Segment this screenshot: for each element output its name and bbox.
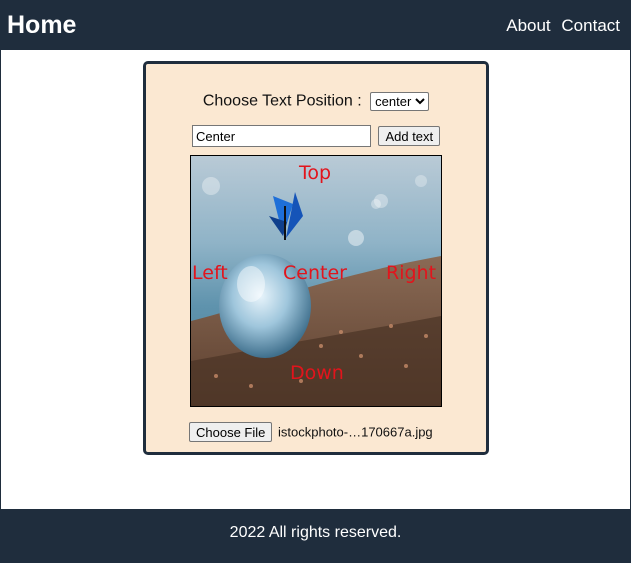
overlay-label-down: Down: [290, 362, 344, 384]
position-label: Choose Text Position :: [202, 92, 362, 110]
position-select[interactable]: center: [370, 92, 430, 111]
footer-text: 2022 All rights reserved.: [229, 524, 402, 541]
overlay-label-center: Center: [283, 262, 347, 284]
footer: 2022 All rights reserved.: [1, 509, 630, 563]
file-row: Choose File istockphoto-…170667a.jpg: [189, 422, 433, 442]
overlay-label-right: Right: [386, 262, 437, 284]
add-text-button[interactable]: Add text: [378, 126, 441, 146]
overlay-label-left: Left: [192, 262, 228, 284]
text-row: Add text: [192, 125, 441, 147]
overlay-label-top: Top: [299, 162, 332, 184]
navbar: Home About Contact: [1, 1, 630, 50]
nav-links: About Contact: [500, 16, 620, 36]
image-preview: Top Left Center Right Down: [190, 155, 442, 407]
home-link[interactable]: Home: [7, 11, 76, 40]
overlay-text-input[interactable]: [192, 125, 371, 147]
editor-card: Choose Text Position : center Add text: [143, 61, 489, 455]
position-row: Choose Text Position : center: [146, 92, 486, 111]
choose-file-button[interactable]: Choose File: [189, 422, 273, 442]
nav-contact[interactable]: Contact: [561, 16, 620, 35]
nav-about[interactable]: About: [506, 16, 550, 35]
file-name: istockphoto-…170667a.jpg: [278, 424, 433, 440]
